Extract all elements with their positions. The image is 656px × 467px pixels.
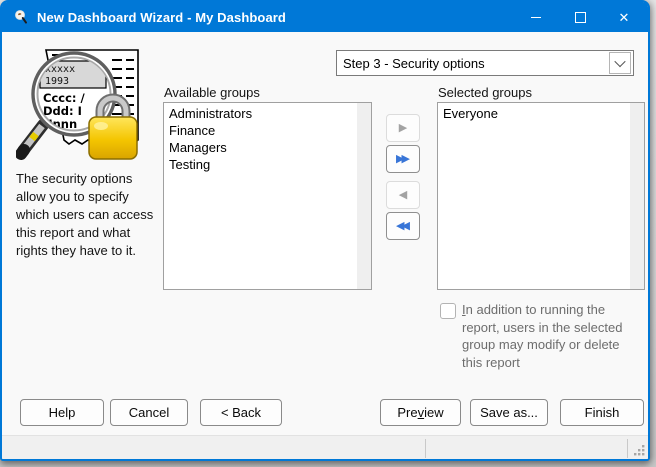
list-item[interactable]: Managers	[164, 139, 356, 156]
svg-text:Cccc: /: Cccc: /	[43, 91, 85, 105]
save-as-button[interactable]: Save as...	[470, 399, 548, 426]
window-controls: ✕	[514, 2, 646, 32]
combo-dropdown-button[interactable]	[609, 52, 631, 74]
cancel-button[interactable]: Cancel	[110, 399, 188, 426]
svg-text:Ddd: I: Ddd: I	[43, 104, 82, 118]
title-bar[interactable]: New Dashboard Wizard - My Dashboard ✕	[2, 2, 648, 32]
finish-button[interactable]: Finish	[560, 399, 644, 426]
list-item[interactable]: Testing	[164, 156, 356, 173]
help-button[interactable]: Help	[20, 399, 104, 426]
double-arrow-right-icon: ▶▶	[396, 154, 407, 165]
minimize-icon	[531, 17, 541, 18]
svg-text:1993: 1993	[45, 76, 69, 87]
back-button[interactable]: < Back	[200, 399, 282, 426]
modify-rights-label-text: n addition to running the report, users …	[462, 302, 622, 370]
statusbar-divider	[425, 439, 426, 458]
arrow-right-icon: ▶	[399, 123, 407, 134]
magnifier-app-icon	[13, 9, 29, 25]
scrollbar[interactable]	[630, 103, 644, 289]
list-item[interactable]: Everyone	[438, 105, 629, 122]
statusbar-divider	[627, 439, 628, 458]
close-icon: ✕	[619, 11, 630, 24]
preview-label-pre: Pre	[397, 405, 417, 420]
dialog-window: New Dashboard Wizard - My Dashboard ✕ St…	[0, 0, 650, 461]
available-groups-label: Available groups	[164, 85, 260, 100]
list-item[interactable]: Administrators	[164, 105, 356, 122]
selected-groups-items: Everyone	[438, 105, 629, 122]
move-right-button[interactable]: ▶	[386, 114, 420, 142]
window-title: New Dashboard Wizard - My Dashboard	[37, 10, 286, 25]
preview-button[interactable]: Preview	[380, 399, 461, 426]
status-bar	[2, 435, 648, 459]
security-illustration: xxxxx 1993 Cccc: / Ddd: I Nnnn	[16, 44, 152, 168]
wizard-step-select[interactable]: Step 3 - Security options	[336, 50, 634, 76]
arrow-left-icon: ◀	[399, 190, 407, 201]
modify-rights-row: In addition to running the report, users…	[440, 301, 640, 371]
move-all-left-button[interactable]: ◀◀	[386, 212, 420, 240]
move-all-right-button[interactable]: ▶▶	[386, 145, 420, 173]
modify-rights-label: In addition to running the report, users…	[462, 301, 640, 371]
modify-rights-checkbox[interactable]	[440, 303, 456, 319]
wizard-step-value: Step 3 - Security options	[337, 56, 609, 71]
preview-label-post: iew	[424, 405, 444, 420]
resize-grip[interactable]	[634, 445, 645, 456]
close-button[interactable]: ✕	[602, 2, 646, 32]
available-groups-items: Administrators Finance Managers Testing	[164, 105, 356, 173]
minimize-button[interactable]	[514, 2, 558, 32]
scrollbar[interactable]	[357, 103, 371, 289]
chevron-down-icon	[614, 56, 625, 67]
selected-groups-list[interactable]: Everyone	[437, 102, 645, 290]
available-groups-list[interactable]: Administrators Finance Managers Testing	[163, 102, 372, 290]
move-left-button[interactable]: ◀	[386, 181, 420, 209]
maximize-button[interactable]	[558, 2, 602, 32]
double-arrow-left-icon: ◀◀	[396, 221, 407, 232]
maximize-icon	[575, 12, 586, 23]
list-item[interactable]: Finance	[164, 122, 356, 139]
selected-groups-label: Selected groups	[438, 85, 532, 100]
step-description: The security options allow you to specif…	[16, 170, 160, 260]
